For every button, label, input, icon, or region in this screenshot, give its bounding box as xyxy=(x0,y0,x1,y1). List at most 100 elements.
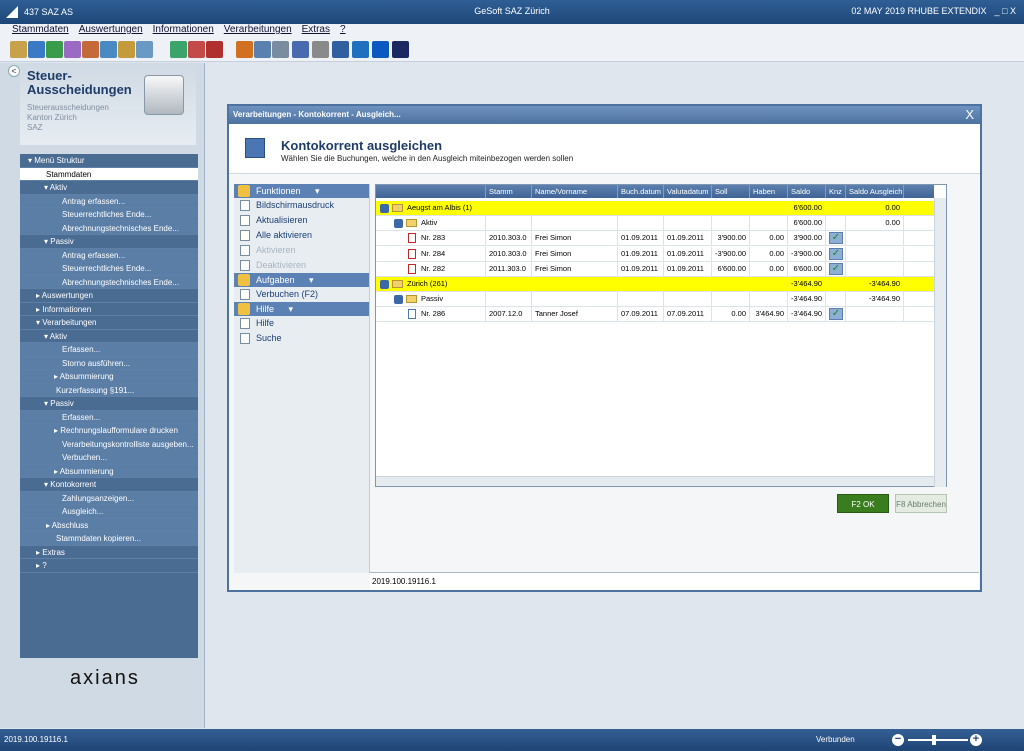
tree-item[interactable]: Antrag erfassen... xyxy=(20,194,198,208)
zoom-in-icon[interactable]: + xyxy=(970,734,982,746)
tree-item[interactable]: ▾ Passiv xyxy=(20,397,198,411)
column-header[interactable]: Saldo Ausgleich xyxy=(846,185,904,198)
zoom-out-icon[interactable]: − xyxy=(892,734,904,746)
tree-item[interactable]: Verbuchen... xyxy=(20,451,198,465)
toolbar-button-5-icon[interactable] xyxy=(82,41,99,58)
tree-item[interactable]: Ausgleich... xyxy=(20,505,198,519)
toolbar-button-10-icon[interactable] xyxy=(188,41,205,58)
tree-item[interactable]: Zahlungsanzeigen... xyxy=(20,491,198,505)
toolbar-button-17-icon[interactable] xyxy=(332,41,349,58)
column-header[interactable] xyxy=(376,185,486,198)
booking-grid[interactable]: Stamm Name/Vorname Buch.datum Valutadatum So… xyxy=(375,184,947,487)
toolbar-button-1-icon[interactable] xyxy=(10,41,27,58)
table-row[interactable]: Nr. 284 2010.303.0 Frei Simon 01.09.2011 01.… xyxy=(376,246,936,262)
table-row[interactable]: Nr. 282 2011.303.0 Frei Simon 01.09.2011 01.… xyxy=(376,261,936,277)
tree-item[interactable]: Storno ausführen... xyxy=(20,356,198,370)
tree-item[interactable]: ▾ Passiv xyxy=(20,235,198,249)
zoom-slider[interactable]: − + xyxy=(892,734,982,746)
task-item[interactable]: Hilfe xyxy=(234,316,369,331)
tree-item[interactable]: Steuerrechtliches Ende... xyxy=(20,262,198,276)
tree-item[interactable]: ▸ Rechnungslaufformulare drucken xyxy=(20,424,198,438)
expand-icon[interactable] xyxy=(380,203,389,213)
tree-item[interactable]: ▾ Kontokorrent xyxy=(20,478,198,492)
toolbar-button-18-icon[interactable] xyxy=(352,41,369,58)
expand-icon[interactable] xyxy=(380,279,389,289)
tree-item[interactable]: ▸ Abschluss xyxy=(20,518,198,532)
checkmark-icon[interactable]: ✓ xyxy=(829,232,843,245)
toolbar-button-7-icon[interactable] xyxy=(118,41,135,58)
table-row[interactable]: Passiv -3'464.90 -3'464.90 xyxy=(376,292,936,308)
task-item[interactable]: Verbuchen (F2) xyxy=(234,287,369,302)
task-item[interactable]: Suche xyxy=(234,331,369,346)
toolbar-button-11-icon[interactable] xyxy=(206,41,223,58)
task-section-funktionen[interactable]: Funktionen ▾ xyxy=(234,184,369,198)
column-header[interactable]: Buch.datum xyxy=(618,185,664,198)
task-section-hilfe[interactable]: Hilfe ▾ xyxy=(234,302,369,316)
task-item[interactable]: Aktualisieren xyxy=(234,213,369,228)
toolbar-button-14-icon[interactable] xyxy=(272,41,289,58)
toolbar-button-4-icon[interactable] xyxy=(64,41,81,58)
collapse-panel-button[interactable]: < xyxy=(8,65,20,77)
tree-item[interactable]: ▾ Aktiv xyxy=(20,330,198,343)
table-row[interactable]: Nr. 286 2007.12.0 Tanner Josef 07.09.2011 07… xyxy=(376,307,936,323)
tree-item[interactable]: ▸ Informationen xyxy=(20,303,198,316)
vertical-scrollbar[interactable] xyxy=(934,198,946,487)
toolbar-button-19-icon[interactable] xyxy=(372,41,389,58)
menu-informationen[interactable]: Informationen xyxy=(153,24,214,38)
toolbar-button-6-icon[interactable] xyxy=(100,41,117,58)
table-row[interactable]: Nr. 283 2010.303.0 Frei Simon 01.09.2011 01.… xyxy=(376,231,936,247)
column-header[interactable]: Saldo xyxy=(788,185,826,198)
toolbar-button-8-icon[interactable] xyxy=(136,41,153,58)
toolbar-button-13-icon[interactable] xyxy=(254,41,271,58)
menu-help[interactable]: ? xyxy=(340,24,346,38)
toolbar-button-15-icon[interactable] xyxy=(292,41,309,58)
tree-item[interactable]: Stammdaten kopieren... xyxy=(20,532,198,546)
expand-icon[interactable] xyxy=(394,218,403,228)
checkmark-icon[interactable]: ✓ xyxy=(829,247,843,260)
column-header[interactable]: Name/Vorname xyxy=(532,185,618,198)
toolbar-button-9-icon[interactable] xyxy=(170,41,187,58)
tree-item[interactable]: ▸ Absummierung xyxy=(20,464,198,478)
table-row[interactable]: Aeugst am Albis (1) 6'600.00 0.00 xyxy=(376,201,936,216)
checkmark-icon[interactable]: ✓ xyxy=(829,308,843,321)
task-section-aufgaben[interactable]: Aufgaben ▾ xyxy=(234,273,369,287)
column-header[interactable]: Haben xyxy=(750,185,788,198)
dialog-close-button[interactable]: X xyxy=(965,107,974,122)
checkmark-icon[interactable]: ✓ xyxy=(829,262,843,275)
cancel-button[interactable]: F8 Abbrechen xyxy=(895,494,947,513)
tree-item[interactable]: ▾ Verarbeitungen xyxy=(20,316,198,330)
column-header[interactable]: Valutadatum xyxy=(664,185,712,198)
tree-item[interactable]: ▾ Aktiv xyxy=(20,181,198,195)
toolbar-button-2-icon[interactable] xyxy=(28,41,45,58)
tree-item[interactable]: Antrag erfassen... xyxy=(20,248,198,262)
toolbar-button-20-icon[interactable] xyxy=(392,41,409,58)
tree-item[interactable]: Abrechnungstechnisches Ende... xyxy=(20,221,198,235)
ok-button[interactable]: F2 OK xyxy=(837,494,889,513)
tree-item[interactable]: Steuerrechtliches Ende... xyxy=(20,208,198,222)
menu-auswertungen[interactable]: Auswertungen xyxy=(79,24,143,38)
toolbar-button-3-icon[interactable] xyxy=(46,41,63,58)
tree-item[interactable]: ▸ Extras xyxy=(20,546,198,559)
horizontal-scrollbar[interactable] xyxy=(376,476,934,486)
toolbar-button-12-icon[interactable] xyxy=(236,41,253,58)
tree-item[interactable]: Kurzerfassung §191... xyxy=(20,383,198,397)
task-item[interactable]: Bildschirmausdruck xyxy=(234,198,369,213)
tree-item[interactable]: ▸ ? xyxy=(20,559,198,573)
tree-item[interactable]: Verarbeitungskontrolliste ausgeben... xyxy=(20,437,198,451)
menu-verarbeitungen[interactable]: Verarbeitungen xyxy=(224,24,292,38)
menu-stammdaten[interactable]: Stammdaten xyxy=(12,24,69,38)
column-header[interactable]: Knz xyxy=(826,185,846,198)
toolbar-button-16-icon[interactable] xyxy=(312,41,329,58)
tree-item[interactable]: Stammdaten xyxy=(20,167,198,181)
window-controls[interactable]: _ □ X xyxy=(995,6,1016,16)
tree-item[interactable]: ▸ Auswertungen xyxy=(20,289,198,303)
table-row[interactable]: Zürich (261) -3'464.90 -3'464.90 xyxy=(376,277,936,292)
tree-item[interactable]: Abrechnungstechnisches Ende... xyxy=(20,275,198,289)
tree-item[interactable]: Erfassen... xyxy=(20,410,198,424)
tree-item[interactable]: ▾ Menü Struktur xyxy=(20,154,198,168)
column-header[interactable]: Soll xyxy=(712,185,750,198)
table-row[interactable]: Aktiv 6'600.00 0.00 xyxy=(376,216,936,232)
task-item[interactable]: Alle aktivieren xyxy=(234,228,369,243)
expand-icon[interactable] xyxy=(394,294,403,304)
menu-extras[interactable]: Extras xyxy=(302,24,330,38)
